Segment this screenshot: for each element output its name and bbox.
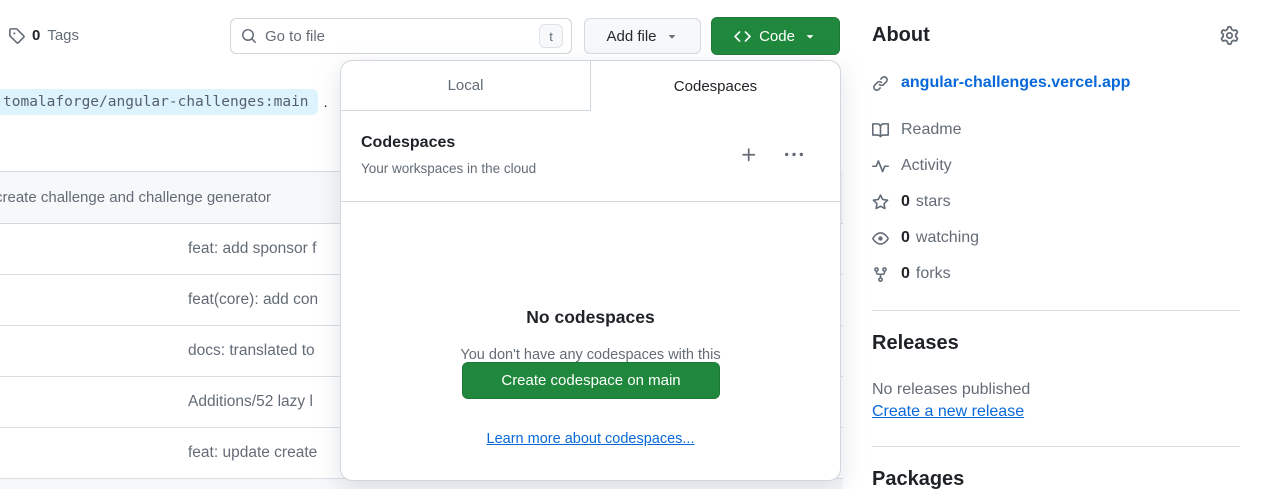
- fork-status-line: tomalaforge/angular-challenges:main .: [0, 89, 328, 115]
- tags-label: Tags: [47, 27, 79, 44]
- packages-heading: Packages: [872, 468, 964, 489]
- repo-website-link[interactable]: angular-challenges.vercel.app: [901, 74, 1130, 92]
- code-button-label: Code: [759, 28, 795, 45]
- edit-repo-settings-button[interactable]: [1220, 26, 1239, 45]
- commit-message[interactable]: Additions/52 lazy l: [188, 393, 313, 411]
- gear-icon: [1220, 26, 1239, 45]
- create-codespace-button[interactable]: Create codespace on main: [462, 362, 720, 399]
- sidebar-item-label: watching: [916, 229, 979, 247]
- chevron-down-icon: [665, 29, 679, 43]
- create-release-container: Create a new release: [872, 403, 1024, 421]
- chevron-down-icon: [803, 29, 817, 43]
- repo-website-row[interactable]: angular-challenges.vercel.app: [872, 74, 1130, 92]
- search-input[interactable]: [265, 28, 539, 45]
- keyboard-shortcut-badge: t: [539, 24, 563, 48]
- create-release-link[interactable]: Create a new release: [872, 403, 1024, 420]
- sidebar-item-readme[interactable]: Readme: [872, 121, 961, 139]
- sidebar-item-activity[interactable]: Activity: [872, 157, 952, 175]
- forks-count: 0: [901, 265, 910, 283]
- sidebar-item-watching[interactable]: 0 watching: [872, 229, 979, 247]
- go-to-file-search[interactable]: t: [230, 18, 572, 54]
- book-icon: [872, 122, 889, 139]
- sidebar-item-label: Readme: [901, 121, 961, 139]
- learn-more-container: Learn more about codespaces...: [341, 431, 840, 447]
- releases-heading: Releases: [872, 332, 959, 355]
- fork-status-suffix: .: [324, 94, 328, 111]
- pulse-icon: [872, 158, 889, 175]
- sidebar-divider: [872, 310, 1240, 311]
- add-file-label: Add file: [606, 28, 656, 45]
- code-dropdown-tabs: Local Codespaces: [341, 61, 840, 111]
- link-icon: [872, 75, 889, 92]
- sidebar-item-label: stars: [916, 193, 951, 211]
- commit-message[interactable]: feat(core): add con: [188, 291, 318, 309]
- tags-count: 0: [32, 27, 40, 44]
- learn-more-link[interactable]: Learn more about codespaces...: [487, 431, 695, 447]
- tags-link[interactable]: 0 Tags: [8, 27, 79, 44]
- no-releases-text: No releases published: [872, 381, 1030, 399]
- repository-page: 0 Tags t Add file Code tomalaforge/angul…: [0, 0, 1278, 489]
- code-button[interactable]: Code: [711, 17, 840, 55]
- commit-message[interactable]: feat: add sponsor f: [188, 240, 316, 258]
- kebab-horizontal-icon: [785, 146, 803, 164]
- about-heading: About: [872, 24, 930, 47]
- sidebar-item-forks[interactable]: 0 forks: [872, 265, 951, 283]
- no-codespaces-title: No codespaces: [341, 307, 840, 328]
- search-icon: [241, 28, 257, 44]
- sidebar-item-label: Activity: [901, 157, 952, 175]
- watching-count: 0: [901, 229, 910, 247]
- add-file-button[interactable]: Add file: [584, 18, 701, 54]
- repo-sidebar: About angular-challenges.vercel.app Read…: [872, 0, 1240, 489]
- branch-ref-chip: tomalaforge/angular-challenges:main: [0, 89, 318, 115]
- stars-count: 0: [901, 193, 910, 211]
- codespaces-subtitle: Your workspaces in the cloud: [361, 161, 536, 176]
- panel-divider: [341, 201, 840, 202]
- code-icon: [734, 28, 751, 45]
- code-dropdown-panel: Local Codespaces Codespaces Your workspa…: [340, 60, 841, 481]
- fork-icon: [872, 266, 889, 283]
- sidebar-item-label: forks: [916, 265, 951, 283]
- tab-codespaces[interactable]: Codespaces: [591, 61, 840, 111]
- commit-message[interactable]: feat: update create: [188, 444, 317, 462]
- tab-local[interactable]: Local: [341, 61, 591, 111]
- commit-message[interactable]: docs: translated to: [188, 342, 315, 360]
- plus-icon: [740, 146, 758, 164]
- codespaces-options-button[interactable]: [785, 146, 803, 164]
- star-icon: [872, 194, 889, 211]
- new-codespace-button[interactable]: [740, 146, 758, 164]
- sidebar-divider: [872, 446, 1240, 447]
- sidebar-item-stars[interactable]: 0 stars: [872, 193, 951, 211]
- tag-icon: [8, 27, 25, 44]
- codespaces-title: Codespaces: [361, 134, 455, 152]
- eye-icon: [872, 230, 889, 247]
- latest-commit-message[interactable]: create challenge and challenge generator: [0, 189, 271, 206]
